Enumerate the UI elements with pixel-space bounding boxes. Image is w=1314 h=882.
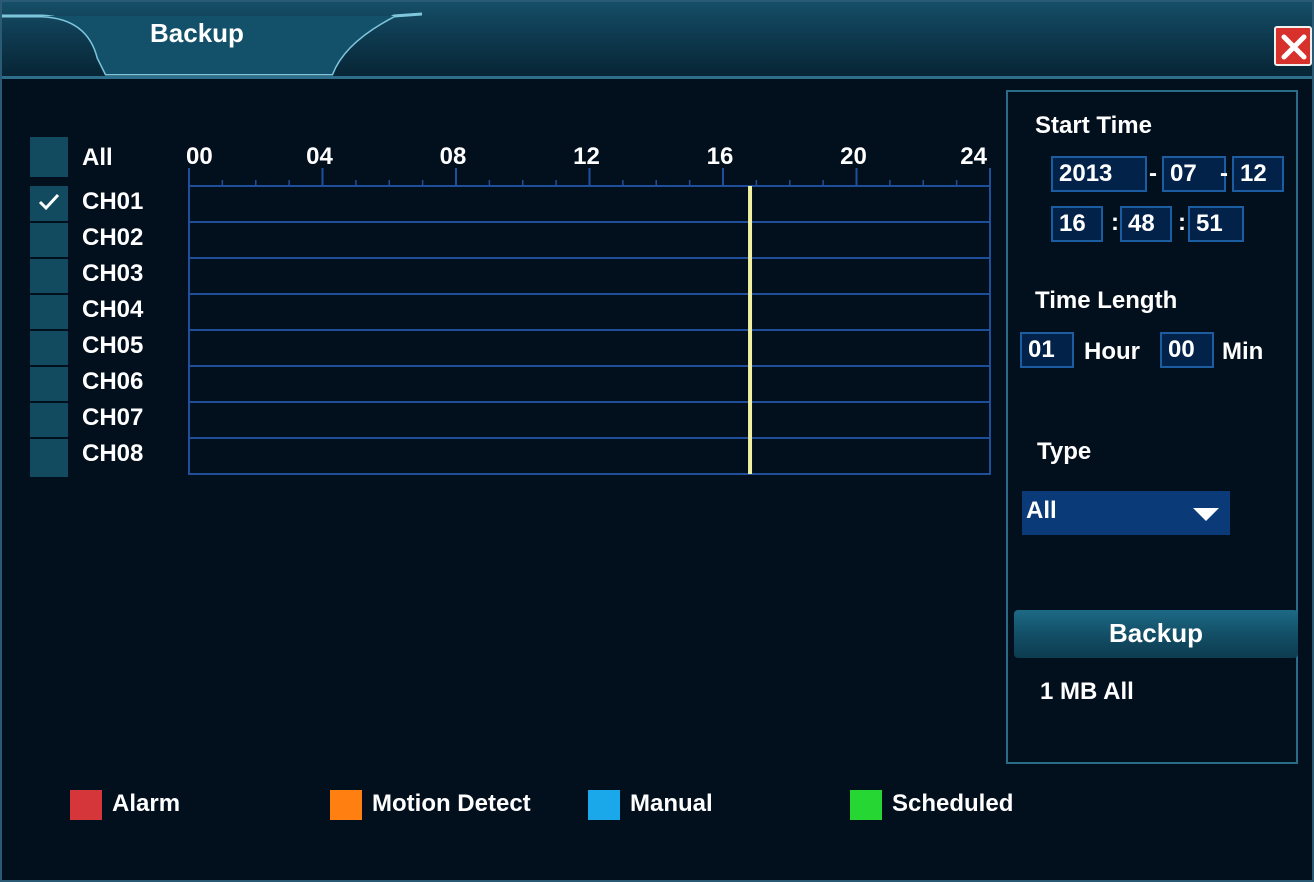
scheduled-swatch (850, 790, 882, 820)
channel-row-ch06[interactable] (188, 365, 991, 403)
motion-detect-swatch (330, 790, 362, 820)
time-separator: : (1111, 209, 1119, 236)
hour-labels: 00 04 08 12 16 20 24 (186, 143, 988, 170)
date-separator: - (1220, 160, 1228, 187)
min-unit-label: Min (1222, 338, 1264, 365)
hour-label: 16 (707, 143, 734, 170)
legend-alarm-label: Alarm (112, 790, 181, 817)
hour-unit-label: Hour (1084, 338, 1140, 365)
chevron-down-icon (1193, 508, 1219, 521)
legend-motion-label: Motion Detect (372, 790, 531, 817)
hour-label: 24 (960, 143, 987, 170)
hour-label: 08 (440, 143, 467, 170)
backup-size-label: 1 MB All (1040, 678, 1134, 705)
hour-label: 12 (573, 143, 600, 170)
manual-swatch (588, 790, 620, 820)
type-label: Type (1037, 438, 1092, 465)
channel-timeline-grid (188, 185, 991, 475)
start-time-label: Start Time (1035, 112, 1152, 139)
channel-row-ch07[interactable] (188, 401, 991, 439)
start-second-field[interactable]: 51 (1188, 206, 1244, 242)
channel-row-ch02[interactable] (188, 221, 991, 259)
length-minutes-field[interactable]: 00 (1160, 332, 1214, 368)
channel-row-ch04[interactable] (188, 293, 991, 331)
backup-window: Backup All CH01 CH02 CH03 CH04 CH05 CH06… (0, 0, 1314, 882)
hour-label: 04 (306, 143, 333, 170)
start-minute-field[interactable]: 48 (1120, 206, 1172, 242)
channel-row-ch05[interactable] (188, 329, 991, 367)
type-selected-value: All (1026, 497, 1057, 524)
start-day-field[interactable]: 12 (1232, 156, 1284, 192)
channel-row-ch03[interactable] (188, 257, 991, 295)
length-hours-field[interactable]: 01 (1020, 332, 1074, 368)
close-button[interactable] (1274, 26, 1312, 66)
time-length-label: Time Length (1035, 287, 1178, 314)
alarm-swatch (70, 790, 102, 820)
hour-label: 00 (186, 143, 213, 170)
close-icon (1281, 34, 1307, 60)
timeline[interactable]: 00 04 08 12 16 20 24 (2, 2, 1002, 492)
channel-row-ch01[interactable] (188, 185, 991, 223)
time-ruler (188, 168, 991, 186)
legend-scheduled-label: Scheduled (892, 790, 1014, 817)
start-month-field[interactable]: 07 (1162, 156, 1226, 192)
legend-manual-label: Manual (630, 790, 713, 817)
hour-label: 20 (840, 143, 867, 170)
time-cursor[interactable] (748, 186, 753, 474)
start-year-field[interactable]: 2013 (1051, 156, 1147, 192)
backup-button[interactable]: Backup (1014, 610, 1298, 658)
type-dropdown[interactable]: All (1022, 491, 1230, 535)
time-separator: : (1178, 209, 1186, 236)
start-hour-field[interactable]: 16 (1051, 206, 1103, 242)
date-separator: - (1149, 160, 1157, 187)
channel-row-ch08[interactable] (188, 437, 991, 475)
